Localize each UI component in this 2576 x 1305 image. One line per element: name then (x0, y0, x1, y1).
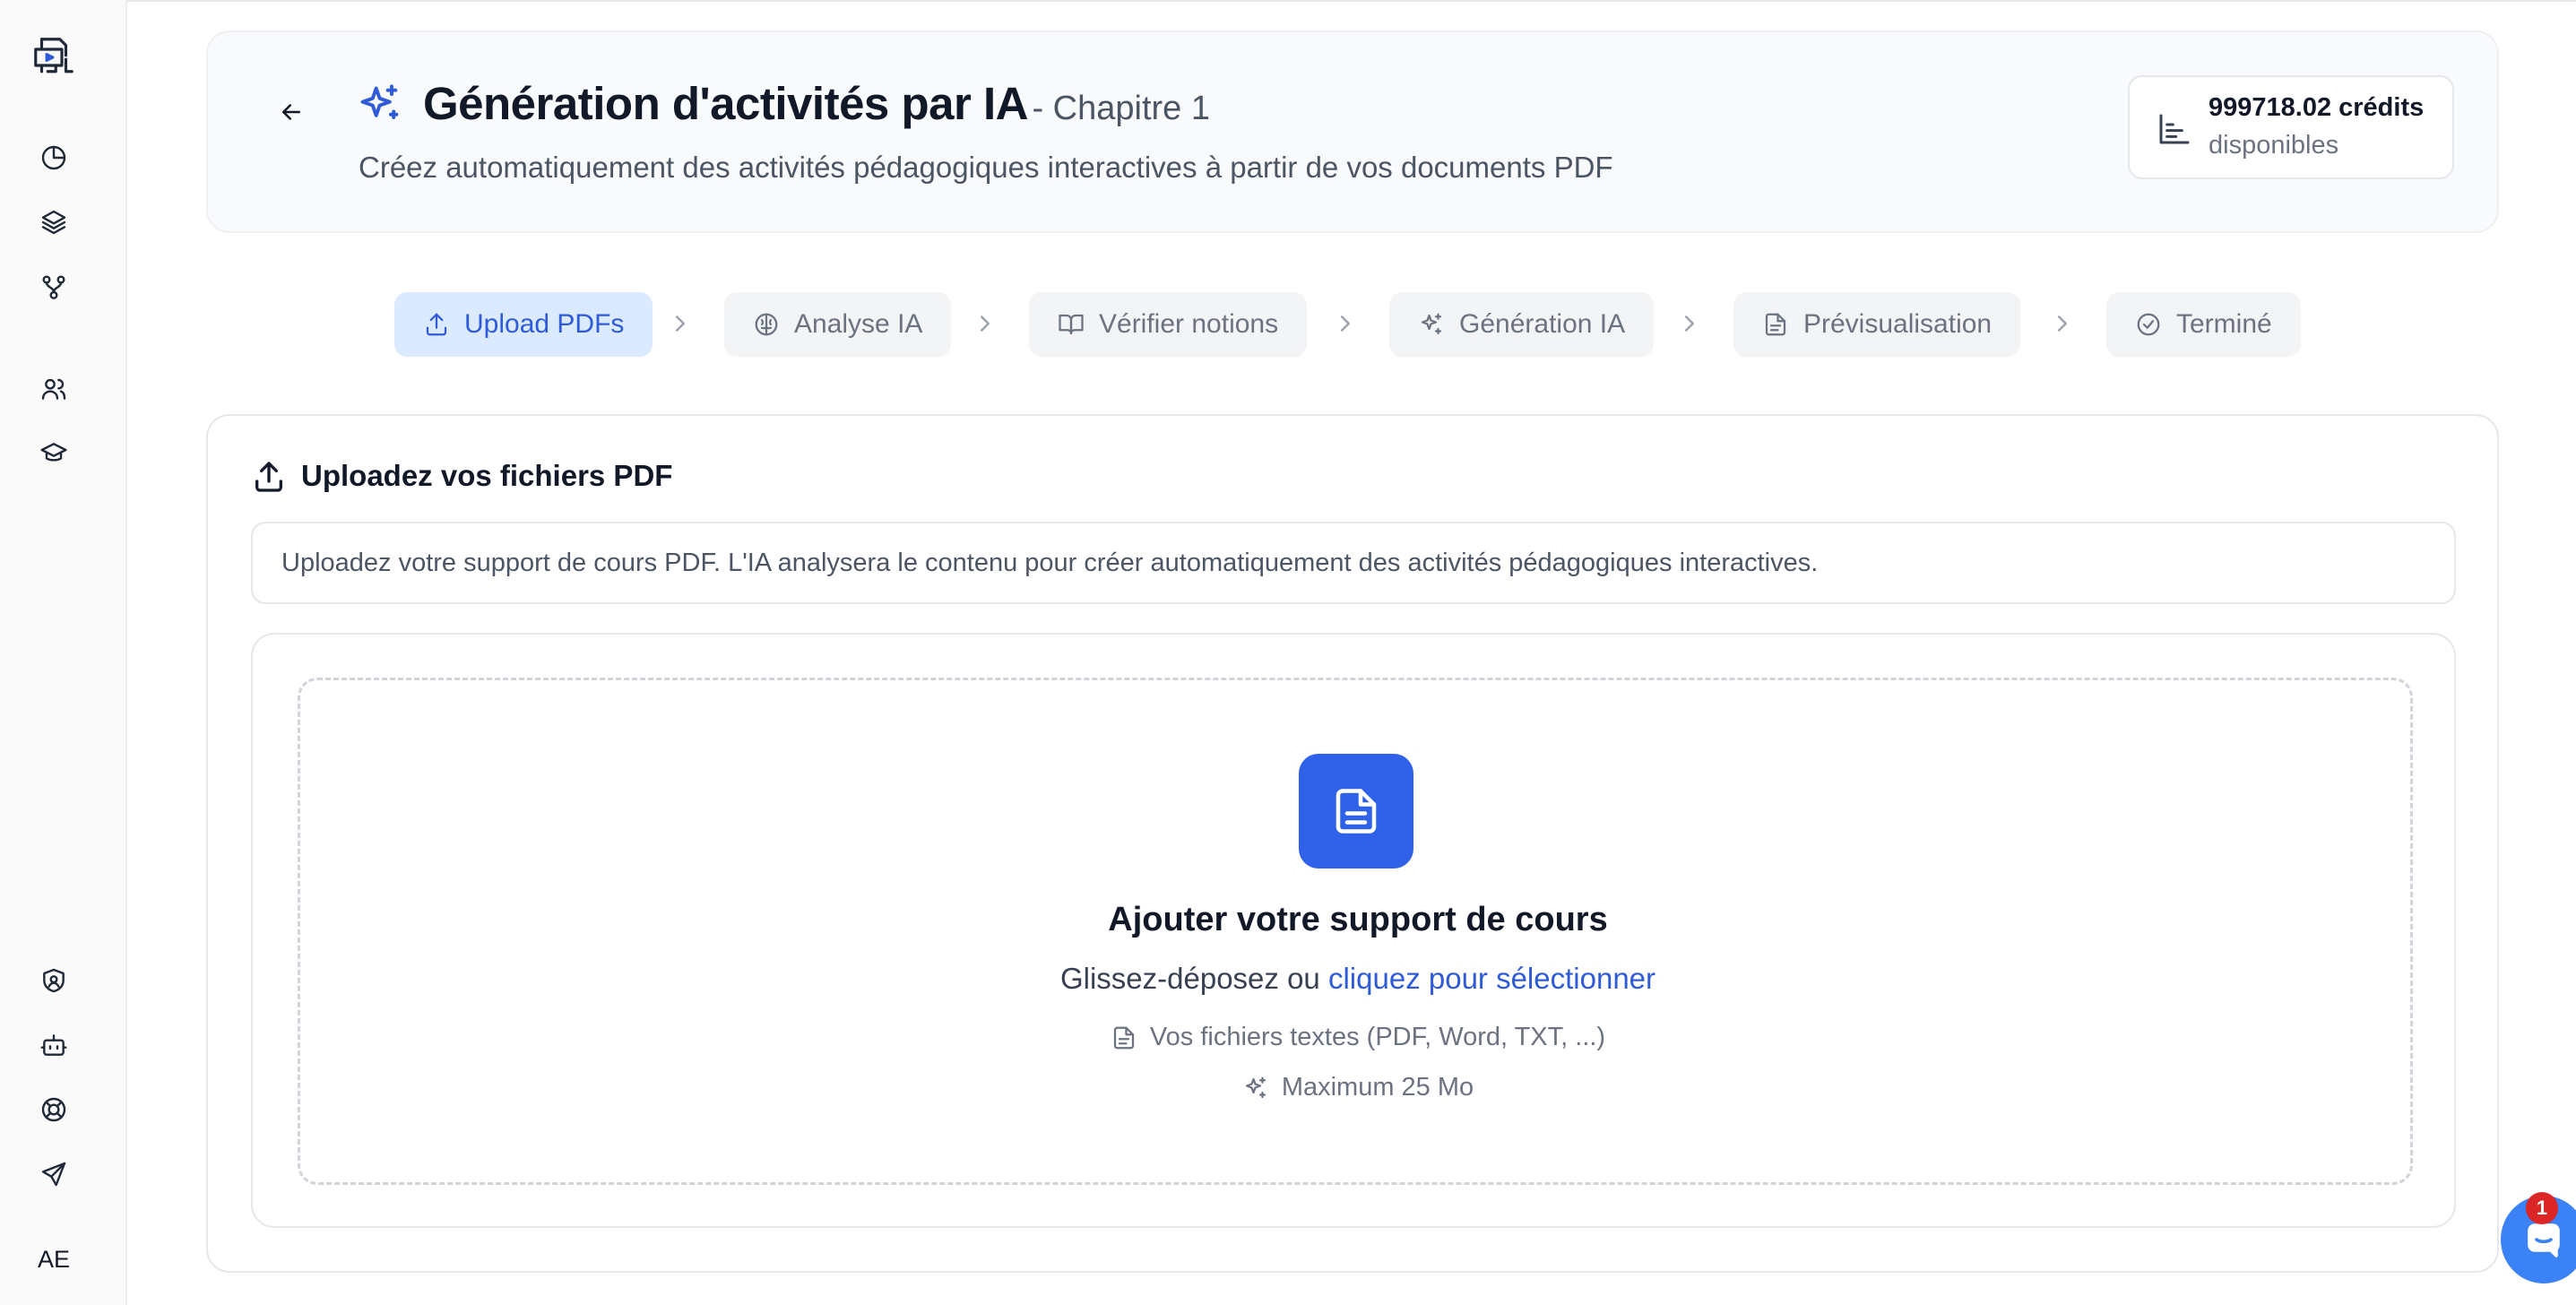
info-box: Uploadez votre support de cours PDF. L'I… (251, 522, 2456, 604)
chevron-right-icon (981, 315, 990, 332)
sparkles-icon (1421, 313, 1442, 335)
back-button[interactable] (269, 90, 314, 134)
credits-label: disponibles (2209, 131, 2339, 160)
shield-icon[interactable] (38, 964, 70, 997)
step-verifier-notions[interactable]: Vérifier notions (1029, 292, 1308, 357)
chevron-right-icon (676, 315, 685, 332)
step-label: Terminé (2176, 309, 2272, 339)
dropzone-instructions: Glissez-déposez ou cliquez pour sélectio… (300, 962, 2416, 996)
credits-card: 999718.02 crédits disponibles (2128, 75, 2454, 179)
step-label: Analyse IA (794, 309, 923, 339)
dropzone-text: Glissez-déposez ou (1059, 962, 1320, 995)
lifebuoy-icon[interactable] (38, 1093, 70, 1126)
graduation-cap-icon[interactable] (38, 437, 70, 470)
sparkles-icon (1245, 1076, 1266, 1098)
upload-panel: Ajouter votre support de cours Glissez-d… (251, 633, 2456, 1228)
pie-chart-icon[interactable] (38, 142, 70, 174)
bar-chart-icon (2159, 114, 2190, 144)
avatar[interactable]: AE (27, 1237, 81, 1282)
max-size-hint: Maximum 25 Mo (300, 1073, 2416, 1102)
users-icon[interactable] (38, 373, 70, 405)
sidebar: AE (0, 0, 127, 1305)
presentation-board-icon[interactable] (27, 30, 81, 84)
chapter-label: - Chapitre 1 (1032, 90, 1210, 127)
file-text-icon (1765, 313, 1786, 336)
brain-icon (755, 313, 778, 336)
step-previsualisation[interactable]: Prévisualisation (1733, 292, 2021, 357)
formats-text: Vos fichiers textes (PDF, Word, TXT, ...… (1149, 1023, 1606, 1051)
step-label: Upload PDFs (464, 309, 625, 339)
upload-icon (426, 313, 447, 336)
page-subtitle: Créez automatiquement des activités péda… (359, 151, 1613, 184)
book-open-icon (1059, 314, 1084, 335)
chevron-right-icon (1685, 315, 1694, 332)
layers-icon[interactable] (38, 206, 70, 238)
step-label: Prévisualisation (1803, 309, 1993, 339)
step-label: Génération IA (1459, 309, 1626, 339)
check-circle-icon (2137, 313, 2160, 336)
select-file-link[interactable]: cliquez pour sélectionner (1328, 962, 1655, 995)
step-label: Vérifier notions (1099, 309, 1279, 339)
section-title: Uploadez vos fichiers PDF (301, 459, 673, 492)
file-icon (1113, 1026, 1135, 1049)
top-border (0, 0, 2576, 2)
arrow-left-icon (282, 104, 300, 120)
step-termine[interactable]: Terminé (2106, 292, 2301, 357)
upload-icon (255, 462, 282, 492)
step-generation-ia[interactable]: Génération IA (1389, 292, 1655, 357)
sparkles-icon (360, 84, 399, 119)
bot-icon[interactable] (38, 1029, 70, 1061)
send-icon[interactable] (38, 1158, 70, 1190)
upload-section: Uploadez vos fichiers PDF Uploadez votre… (206, 414, 2499, 1273)
file-dropzone[interactable]: Ajouter votre support de cours Glissez-d… (298, 678, 2413, 1185)
chevron-right-icon (2058, 315, 2067, 332)
chat-icon (2528, 1223, 2560, 1257)
credits-value: 999718.02 crédits (2209, 93, 2425, 122)
notification-badge: 1 (2526, 1192, 2558, 1224)
formats-hint: Vos fichiers textes (PDF, Word, TXT, ...… (300, 1023, 2416, 1052)
max-size-text: Maximum 25 Mo (1281, 1073, 1474, 1102)
step-upload-pdfs[interactable]: Upload PDFs (394, 292, 653, 357)
chevron-right-icon (1341, 315, 1350, 332)
dropzone-title: Ajouter votre support de cours (1108, 901, 1608, 938)
page-header: Génération d'activités par IA - Chapitre… (206, 30, 2499, 233)
file-text-icon (1336, 789, 1377, 834)
document-tile (1299, 754, 1413, 869)
page-title-row: Génération d'activités par IA - Chapitre… (423, 77, 1210, 130)
step-analyse-ia[interactable]: Analyse IA (724, 292, 952, 357)
page-title: Génération d'activités par IA (423, 78, 1029, 129)
git-branch-icon[interactable] (38, 271, 70, 303)
